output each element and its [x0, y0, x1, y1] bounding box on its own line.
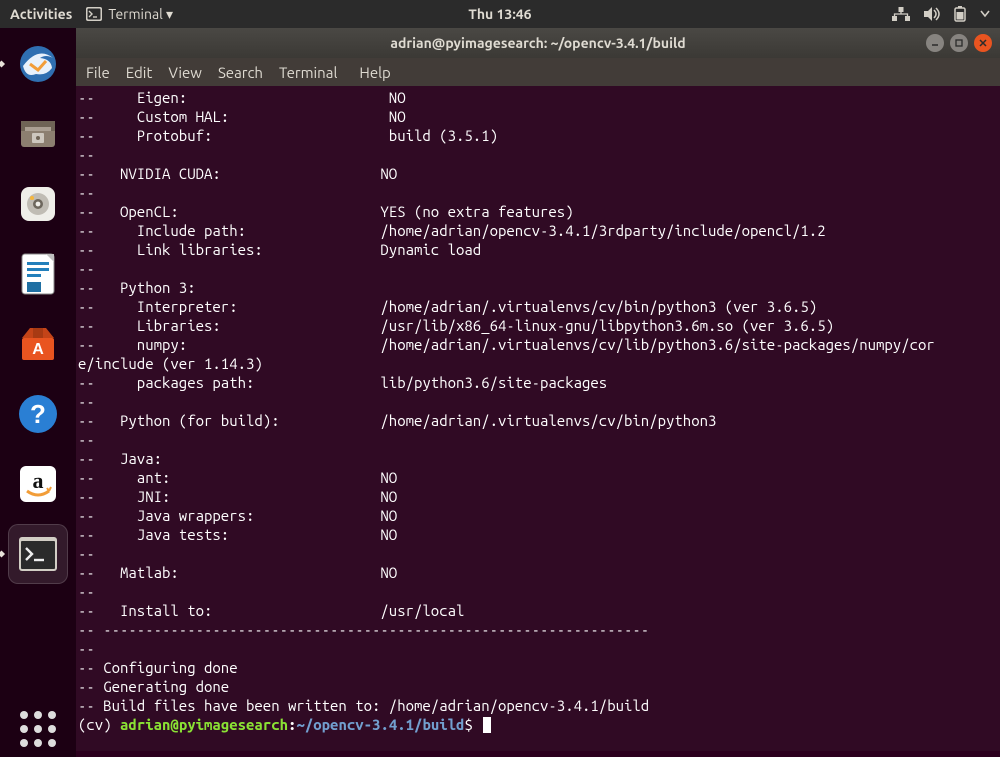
menu-bar: File Edit View Search Terminal Help [76, 58, 1000, 86]
show-applications-button[interactable] [20, 711, 56, 747]
terminal-line: -- [78, 259, 998, 278]
close-button[interactable] [974, 34, 992, 52]
dock-app-software[interactable]: A [8, 314, 68, 374]
terminal-icon [86, 7, 102, 21]
terminal-line: -- Build files have been written to: /ho… [78, 696, 998, 715]
prompt-env: (cv) [78, 716, 120, 733]
minimize-button[interactable] [926, 34, 944, 52]
prompt-user: adrian@pyimagesearch [120, 716, 288, 733]
software-icon: A [13, 319, 63, 369]
terminal-line: -- Generating done [78, 677, 998, 696]
chevron-down-icon[interactable] [980, 10, 990, 18]
dock-app-thunderbird[interactable] [8, 34, 68, 94]
terminal-line: -- [78, 430, 998, 449]
dock-app-help[interactable]: ? [8, 384, 68, 444]
help-icon: ? [13, 389, 63, 439]
terminal-line: -- Protobuf: build (3.5.1) [78, 126, 998, 145]
terminal-line: -- [78, 183, 998, 202]
terminal-line: -- [78, 639, 998, 658]
terminal-line: -- Matlab: NO [78, 563, 998, 582]
svg-text:a: a [33, 468, 44, 493]
window-title: adrian@pyimagesearch: ~/opencv-3.4.1/bui… [390, 35, 685, 51]
terminal-line: -- Java: [78, 449, 998, 468]
network-icon[interactable] [892, 7, 910, 21]
dock-app-libreoffice[interactable] [8, 244, 68, 304]
terminal-line: -- Configuring done [78, 658, 998, 677]
terminal-line: -- Interpreter: /home/adrian/.virtualenv… [78, 297, 998, 316]
svg-text:?: ? [30, 399, 46, 429]
volume-icon[interactable] [924, 7, 940, 21]
terminal-window: adrian@pyimagesearch: ~/opencv-3.4.1/bui… [76, 28, 1000, 751]
terminal-line: -- Custom HAL: NO [78, 107, 998, 126]
menu-help[interactable]: Help [359, 64, 390, 81]
terminal-line: -- Libraries: /usr/lib/x86_64-linux-gnu/… [78, 316, 998, 335]
terminal-line: -- OpenCL: YES (no extra features) [78, 202, 998, 221]
amazon-icon: a [13, 459, 63, 509]
terminal-line: -- ant: NO [78, 468, 998, 487]
dock-app-files[interactable] [8, 104, 68, 164]
terminal-line: -- Install to: /usr/local [78, 601, 998, 620]
topbar-app-menu[interactable]: Terminal ▾ [86, 6, 173, 23]
files-icon [13, 109, 63, 159]
menu-terminal[interactable]: Terminal [279, 64, 337, 81]
window-titlebar[interactable]: adrian@pyimagesearch: ~/opencv-3.4.1/bui… [76, 28, 1000, 58]
terminal-line: -- Java tests: NO [78, 525, 998, 544]
terminal-line: -- numpy: /home/adrian/.virtualenvs/cv/l… [78, 335, 998, 354]
dock-app-amazon[interactable]: a [8, 454, 68, 514]
terminal-body[interactable]: -- Eigen: NO-- Custom HAL: NO-- Protobuf… [76, 86, 1000, 751]
terminal-line: -- [78, 582, 998, 601]
dock-app-terminal[interactable] [8, 524, 68, 584]
prompt-path: ~/opencv-3.4.1/build [296, 716, 464, 733]
prompt-dollar: $ [464, 716, 481, 733]
terminal-line: e/include (ver 1.14.3) [78, 354, 998, 373]
gnome-topbar: Activities Terminal ▾ Thu 13:46 [0, 0, 1000, 28]
terminal-line: -- JNI: NO [78, 487, 998, 506]
terminal-line: -- [78, 392, 998, 411]
rhythmbox-icon [13, 179, 63, 229]
menu-file[interactable]: File [86, 64, 110, 81]
terminal-line: -- packages path: lib/python3.6/site-pac… [78, 373, 998, 392]
svg-text:A: A [32, 341, 44, 358]
topbar-app-label: Terminal ▾ [108, 6, 173, 23]
terminal-line: -- Python 3: [78, 278, 998, 297]
terminal-icon [13, 529, 63, 579]
menu-edit[interactable]: Edit [126, 64, 153, 81]
terminal-line: -- Link libraries: Dynamic load [78, 240, 998, 259]
maximize-button[interactable] [950, 34, 968, 52]
terminal-line: -- Eigen: NO [78, 88, 998, 107]
menu-search[interactable]: Search [218, 64, 263, 81]
terminal-prompt[interactable]: (cv) adrian@pyimagesearch:~/opencv-3.4.1… [78, 715, 998, 734]
terminal-cursor [483, 717, 491, 733]
battery-icon[interactable] [954, 6, 966, 22]
clock[interactable]: Thu 13:46 [468, 6, 531, 22]
terminal-line: -- -------------------------------------… [78, 620, 998, 639]
terminal-line: -- Include path: /home/adrian/opencv-3.4… [78, 221, 998, 240]
terminal-line: -- Java wrappers: NO [78, 506, 998, 525]
terminal-line: -- [78, 544, 998, 563]
activities-button[interactable]: Activities [10, 6, 72, 22]
terminal-line: -- NVIDIA CUDA: NO [78, 164, 998, 183]
libreoffice-icon [13, 249, 63, 299]
dock-app-rhythmbox[interactable] [8, 174, 68, 234]
dock: A? a [0, 28, 76, 757]
thunderbird-icon [13, 39, 63, 89]
terminal-line: -- [78, 145, 998, 164]
menu-view[interactable]: View [168, 64, 202, 81]
terminal-line: -- Python (for build): /home/adrian/.vir… [78, 411, 998, 430]
